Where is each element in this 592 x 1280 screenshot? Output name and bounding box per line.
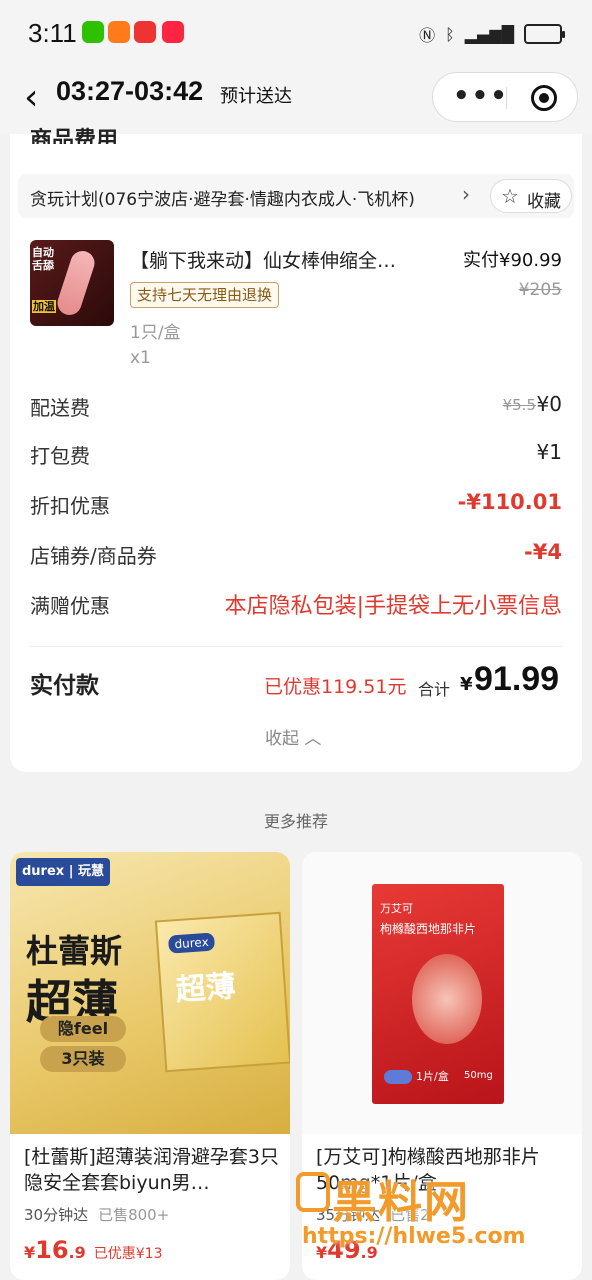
box-count: 1片/盒 [416,1070,449,1083]
collapse-button[interactable]: 收起 ︿ [265,724,321,749]
total-amount: 91.99 [474,660,560,698]
star-icon: ☆ [501,184,519,208]
product-box: 万艾可 枸橼酸西地那非片 1片/盒 50mg [372,884,504,1104]
product-image-tag: 自动舌舔 [32,246,54,272]
product-shape [54,247,98,319]
battery-icon [524,24,565,44]
chevron-up-icon: ︿ [304,729,322,749]
more-recommend-title: 更多推荐 [263,812,328,831]
watermark: 黑料网 https://hlwe5.com [296,1166,566,1262]
fee-row-coupon: 店铺券/商品券 -¥4 [30,540,562,570]
fee-value: ¥0 [536,392,562,416]
back-chevron-icon[interactable]: ‹ [24,78,60,118]
watermark-text: 黑料网 [332,1177,470,1228]
fee-value: -¥110.01 [457,490,562,514]
capsule-divider [506,87,507,109]
fee-row-packing: 打包费 ¥1 [30,440,562,470]
total-currency: ¥ [460,674,473,695]
arrow-graphic [412,954,482,1044]
delivery-time: 30分钟达 [24,1206,89,1224]
watermark-logo-icon [296,1172,330,1212]
toutiao-icon [134,21,156,43]
fee-row-gift: 满赠优惠 本店隐私包装|手提袋上无小票信息 [30,590,562,620]
collapse-label: 收起 [265,729,299,749]
box-brand: 万艾可 [380,902,413,915]
close-target-icon[interactable] [531,85,557,111]
bluetooth-icon: ᛒ [445,24,455,44]
image-pill: 隐feel [40,1016,126,1042]
fee-label: 满赠优惠 [30,594,110,618]
product-image-tag-heat: 加温 [32,300,56,313]
fee-row-delivery: 配送费 ¥5.5 ¥0 [30,392,562,422]
fee-label: 折扣优惠 [30,494,110,518]
brand-logo: durex | 玩慧 [16,858,110,886]
durex-logo: durex [167,932,216,954]
discount-label: 已优惠¥13 [93,1246,163,1262]
price-currency: ¥ [24,1243,36,1262]
store-bar[interactable]: 贪玩计划(076宁波店·避孕套·情趣内衣成人·飞机杯) › ☆ 收藏 [18,174,574,218]
recommend-card[interactable]: durex | 玩慧 杜蕾斯 超薄 隐feel 3只装 durex 超薄 [杜蕾… [10,852,290,1280]
fee-value: ¥1 [536,440,562,464]
store-name: 贪玩计划(076宁波店·避孕套·情趣内衣成人·飞机杯) [30,190,415,210]
fee-original: ¥5.5 [502,396,536,414]
fee-label: 配送费 [30,396,90,420]
product-box: durex 超薄 [154,911,290,1073]
box-name: 枸橼酸西地那非片 [380,922,477,936]
fee-label: 店铺券/商品券 [30,544,157,568]
favorite-label: 收藏 [527,192,561,212]
recommend-image: 万艾可 枸橼酸西地那非片 1片/盒 50mg [302,852,582,1134]
box-text: 超薄 [174,969,237,1009]
section-title: 商品费用 [30,128,119,144]
watermark-url: https://hlwe5.com [302,1224,526,1249]
gift-note: 本店隐私包装|手提袋上无小票信息 [224,594,562,619]
favorite-button[interactable]: ☆ 收藏 [490,179,572,213]
recommend-image: durex | 玩慧 杜蕾斯 超薄 隐feel 3只装 durex 超薄 [10,852,290,1134]
status-icons: Ⓝ ᛒ ▂▄▆█ [419,22,565,46]
status-bar: 3:11 Ⓝ ᛒ ▂▄▆█ [0,0,592,64]
return-policy-badge: 支持七天无理由退换 [130,282,280,308]
product-qty: x1 [130,348,151,368]
price-integer: 16 [35,1236,69,1264]
product-spec: 1只/盒 [130,323,181,343]
fee-card: 商品费用 贪玩计划(076宁波店·避孕套·情趣内衣成人·飞机杯) › ☆ 收藏 … [10,128,582,772]
recommend-meta: 30分钟达 已售800+ [24,1204,169,1225]
miniprogram-capsule: ••• [432,72,578,122]
fee-label: 打包费 [30,444,90,468]
more-dots-icon[interactable]: ••• [453,81,509,111]
product-paid-price: 实付¥90.99 [463,250,562,271]
chevron-right-icon: › [462,182,470,206]
delivery-label: 预计送达 [220,86,292,107]
image-pill: 3只装 [40,1046,126,1072]
pill-graphic [384,1070,412,1084]
delivery-time: 03:27-03:42 [56,76,204,106]
product-name[interactable]: 【躺下我来动】仙女棒伸缩全… [130,246,440,273]
price-decimal: .9 [68,1243,86,1262]
recommend-title: [杜蕾斯]超薄装润滑避孕套3只隐安全套套biyun男… [24,1146,279,1194]
nfc-icon: Ⓝ [419,26,436,45]
sold-count: 已售800+ [98,1206,170,1224]
total-label: 合计 [418,680,451,699]
box-dosage: 50mg [464,1070,493,1081]
fee-value: -¥4 [524,540,562,564]
signal-icon: ▂▄▆█ [464,24,514,44]
fee-row-discount: 折扣优惠 -¥110.01 [30,490,562,520]
wechat-icon [82,21,104,43]
paid-label: 实付款 [30,673,99,699]
saved-amount: 已优惠119.51元 [264,676,407,698]
product-image[interactable]: 自动舌舔 加温 [30,240,114,326]
app-orange-icon [108,21,130,43]
xiaohongshu-icon [162,21,184,43]
recommend-price: ¥16.9 已优惠¥13 [24,1236,163,1264]
divider [30,646,562,647]
status-time: 3:11 [28,18,77,48]
product-original-price: ¥205 [518,280,562,300]
